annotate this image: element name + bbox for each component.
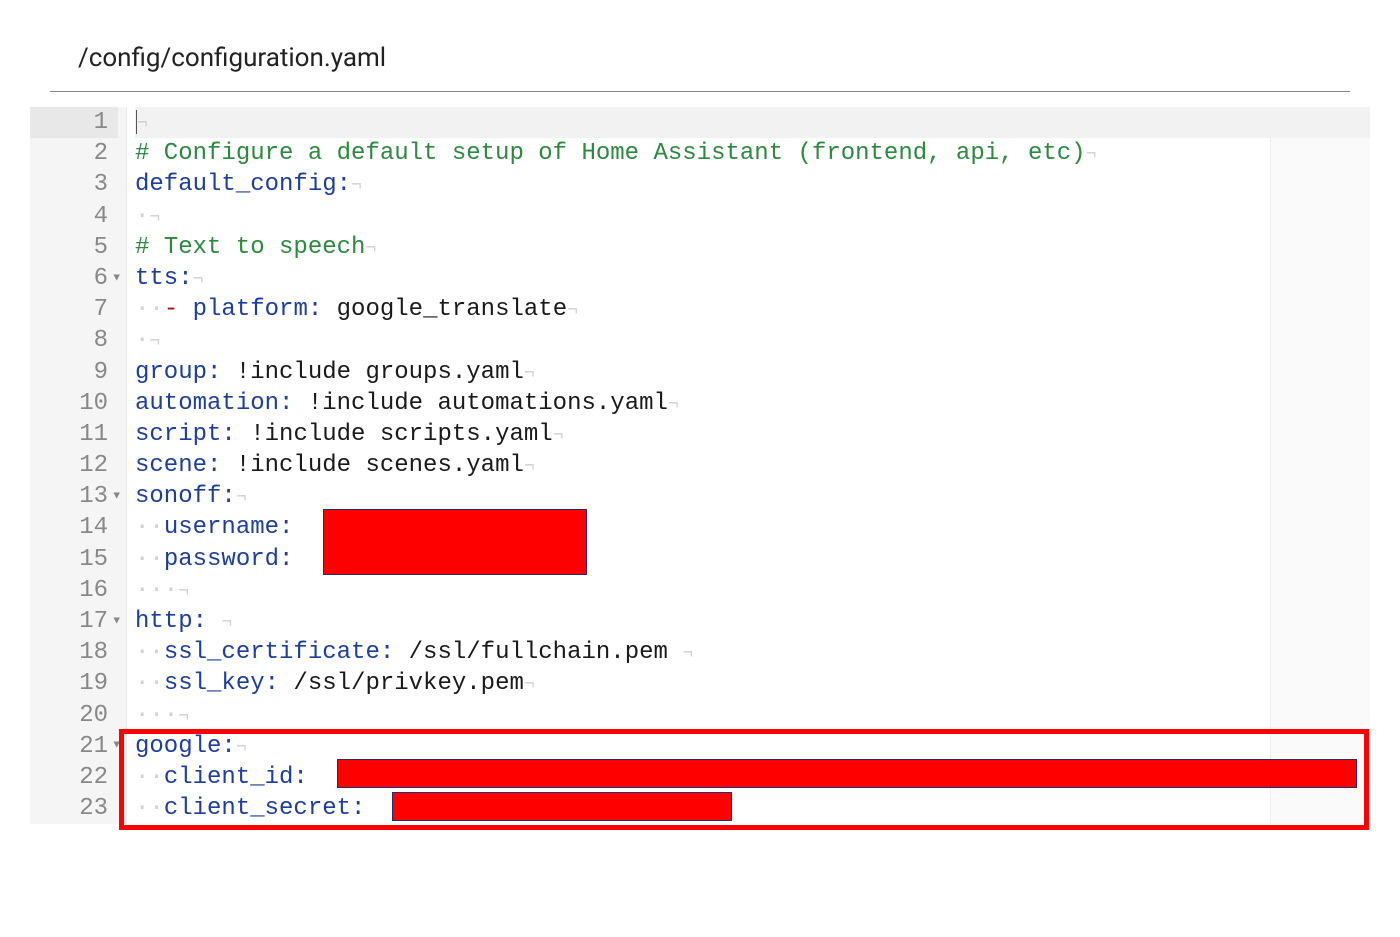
code-line[interactable]: # Text to speech¬ — [135, 232, 1370, 263]
line-number: 6▼ — [30, 263, 118, 294]
editor[interactable]: 1 2 3 4 5 6▼ 7 8 9 10 11 12 13▼ 14 15 16… — [30, 107, 1370, 824]
line-number: 23 — [30, 793, 118, 824]
code-line[interactable]: ··password: — [135, 544, 1370, 575]
code-line[interactable]: script: !include scripts.yaml¬ — [135, 419, 1370, 450]
code-line[interactable]: http: ¬ — [135, 606, 1370, 637]
line-number: 2 — [30, 138, 118, 169]
line-number: 22 — [30, 762, 118, 793]
line-number: 15 — [30, 544, 118, 575]
line-number: 1 — [30, 107, 118, 138]
line-number: 3 — [30, 169, 118, 200]
line-number: 19 — [30, 668, 118, 699]
line-number: 13▼ — [30, 481, 118, 512]
fold-icon[interactable]: ▼ — [113, 481, 120, 512]
code-line[interactable]: google:¬ — [135, 731, 1370, 762]
fold-icon[interactable]: ▼ — [113, 731, 120, 762]
line-number-gutter: 1 2 3 4 5 6▼ 7 8 9 10 11 12 13▼ 14 15 16… — [30, 107, 127, 824]
line-number: 18 — [30, 637, 118, 668]
fold-icon[interactable]: ▼ — [113, 263, 120, 294]
code-line[interactable]: ··ssl_certificate: /ssl/fullchain.pem ¬ — [135, 637, 1370, 668]
line-number: 17▼ — [30, 606, 118, 637]
redaction-block — [392, 792, 732, 821]
code-line[interactable]: ··username: — [135, 512, 1370, 543]
code-line[interactable]: ··- platform: google_translate¬ — [135, 294, 1370, 325]
line-number: 10 — [30, 388, 118, 419]
code-line[interactable]: ··client_secret: — [135, 793, 1370, 824]
code-area[interactable]: ¬ # Configure a default setup of Home As… — [127, 107, 1370, 824]
code-line[interactable]: # Configure a default setup of Home Assi… — [135, 138, 1370, 169]
line-number: 20 — [30, 700, 118, 731]
code-line[interactable]: ·¬ — [135, 201, 1370, 232]
code-line[interactable]: scene: !include scenes.yaml¬ — [135, 450, 1370, 481]
redaction-block — [323, 509, 587, 575]
file-header: /config/configuration.yaml — [50, 25, 1350, 92]
code-line[interactable]: sonoff:¬ — [135, 481, 1370, 512]
line-number: 16 — [30, 575, 118, 606]
code-line[interactable]: ¬ — [135, 107, 1370, 138]
code-line[interactable]: default_config:¬ — [135, 169, 1370, 200]
fold-icon[interactable]: ▼ — [113, 606, 120, 637]
code-line[interactable]: ···¬ — [135, 700, 1370, 731]
line-number: 8 — [30, 325, 118, 356]
line-number: 21▼ — [30, 731, 118, 762]
line-number: 14 — [30, 512, 118, 543]
redaction-block — [337, 759, 1357, 788]
line-number: 12 — [30, 450, 118, 481]
code-line[interactable]: ···¬ — [135, 575, 1370, 606]
code-line[interactable]: ·¬ — [135, 325, 1370, 356]
line-number: 9 — [30, 357, 118, 388]
code-line[interactable]: automation: !include automations.yaml¬ — [135, 388, 1370, 419]
line-number: 7 — [30, 294, 118, 325]
line-number: 11 — [30, 419, 118, 450]
file-path: /config/configuration.yaml — [78, 43, 1322, 73]
line-number: 4 — [30, 201, 118, 232]
code-line[interactable]: ··ssl_key: /ssl/privkey.pem¬ — [135, 668, 1370, 699]
line-number: 5 — [30, 232, 118, 263]
code-line[interactable]: group: !include groups.yaml¬ — [135, 357, 1370, 388]
code-line[interactable]: tts:¬ — [135, 263, 1370, 294]
